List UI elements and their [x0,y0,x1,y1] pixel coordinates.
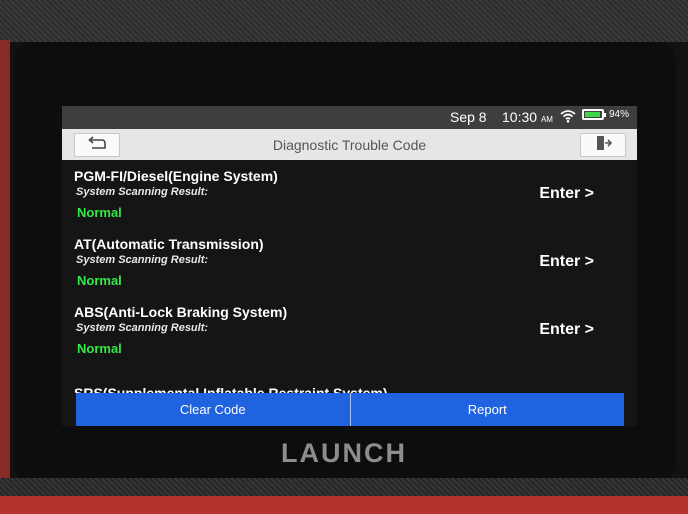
title-bar: Diagnostic Trouble Code [62,129,637,160]
system-item-abs[interactable]: ABS(Anti-Lock Braking System) System Sca… [74,296,614,364]
scan-status: Normal [77,341,122,356]
battery-percent: 94% [609,109,630,120]
enter-button[interactable]: Enter > [539,253,594,271]
lcd-screen: Sep 8 10:30 AM 94% Diagnostic Trouble Co… [62,106,637,426]
report-button[interactable]: Report [349,393,625,426]
system-item-engine[interactable]: PGM-FI/Diesel(Engine System) System Scan… [74,160,614,228]
launch-logo: LAUNCH [281,438,407,468]
system-item-srs[interactable]: SRS(Supplemental Inflatable Restraint Sy… [74,383,614,393]
scan-result-label: System Scanning Result: [76,322,209,334]
battery-fill [585,112,601,117]
device-red-trim [0,496,688,514]
wifi-icon [560,109,576,126]
device-body: Sep 8 10:30 AM 94% Diagnostic Trouble Co… [0,0,688,514]
clear-code-button[interactable]: Clear Code [76,393,350,426]
scan-result-label: System Scanning Result: [76,254,209,266]
enter-button[interactable]: Enter > [539,185,594,203]
system-name: ABS(Anti-Lock Braking System) [74,304,288,320]
system-name: PGM-FI/Diesel(Engine System) [74,168,278,184]
device-top-bezel [0,0,688,42]
status-bar: Sep 8 10:30 AM 94% [62,106,637,129]
scan-status: Normal [77,205,122,220]
exit-door-icon [594,135,613,156]
footer-bar: Clear Code Report [76,393,624,426]
system-list: PGM-FI/Diesel(Engine System) System Scan… [62,160,637,393]
exit-button[interactable] [580,133,626,157]
scan-status: Normal [77,273,122,288]
system-item-transmission[interactable]: AT(Automatic Transmission) System Scanni… [74,228,614,296]
page-title: Diagnostic Trouble Code [272,137,427,153]
system-name: SRS(Supplemental Inflatable Restraint Sy… [74,385,388,393]
system-name: AT(Automatic Transmission) [74,236,264,252]
status-date: Sep 8 [450,109,487,125]
device-side-rubber [0,40,10,480]
enter-button[interactable]: Enter > [539,321,594,339]
status-time: 10:30 AM [502,109,553,125]
scan-result-label: System Scanning Result: [76,186,209,198]
battery-icon [582,109,606,120]
